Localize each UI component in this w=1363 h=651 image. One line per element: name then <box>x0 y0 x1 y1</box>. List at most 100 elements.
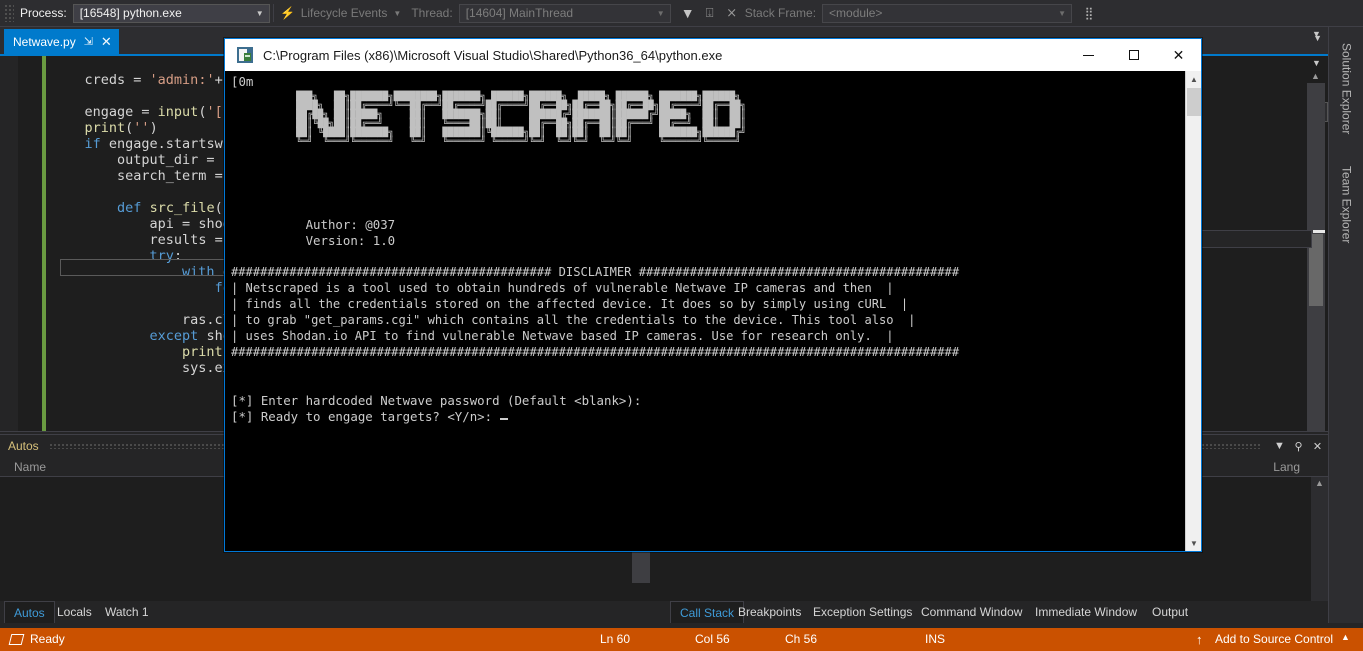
collapsed-region-box[interactable] <box>60 259 228 276</box>
code-token: output_dir = <box>117 152 223 168</box>
right-vertical-dock: Solution Explorer Team Explorer <box>1328 27 1363 623</box>
console-prompt-engage-text: [*] Ready to engage targets? <Y/n>: <box>231 409 500 424</box>
pin-icon[interactable]: ⚲ <box>1290 437 1307 455</box>
tab-label: Call Stack <box>680 606 734 620</box>
console-output-area[interactable]: [0m ███╗ ██╗███████╗████████╗███████╗ █… <box>225 71 1201 551</box>
code-token: src_file <box>150 200 215 216</box>
editor-nav-chevron-down-icon[interactable]: ▼ <box>1312 29 1321 39</box>
close-button[interactable]: ✕ <box>1156 39 1201 71</box>
process-label: Process: <box>20 6 67 20</box>
stack-frame-combobox[interactable]: <module> ▼ <box>822 4 1072 23</box>
debug-toolbar: Process: [16548] python.exe ▼ ⚡ Lifecycl… <box>0 0 1363 27</box>
tab-locals[interactable]: Locals <box>48 601 101 623</box>
console-disclaimer-bottom-rule: ########################################… <box>231 345 959 361</box>
bottom-tab-bars: Autos Locals Watch 1 Call Stack Breakpoi… <box>0 601 1328 623</box>
status-state: Ready <box>30 632 65 646</box>
console-author-line: Author: @037 <box>231 217 395 233</box>
python-console-window[interactable]: C:\Program Files (x86)\Microsoft Visual … <box>224 38 1202 552</box>
tab-label: Immediate Window <box>1035 605 1137 619</box>
document-tab-label: Netwave.py <box>13 35 76 49</box>
window-controls: ✕ <box>1066 39 1201 71</box>
chevron-down-icon: ▼ <box>1055 9 1069 18</box>
code-token: creds = <box>85 72 150 88</box>
thread-label: Thread: <box>411 6 452 20</box>
toolbar-overflow-icon[interactable]: ⣿ <box>1078 3 1100 23</box>
tab-breakpoints[interactable]: Breakpoints <box>729 601 810 623</box>
autos-vertical-scrollbar[interactable]: ▲ <box>1311 477 1328 602</box>
process-combobox[interactable]: [16548] python.exe ▼ <box>73 4 270 23</box>
upload-arrow-icon[interactable]: ↑ <box>1196 632 1203 647</box>
autos-panel-title: Autos <box>8 439 39 453</box>
code-token: ) <box>150 120 158 136</box>
status-col: Col 56 <box>695 632 730 646</box>
status-ch: Ch 56 <box>785 632 817 646</box>
code-token: 'admin:' <box>150 72 215 88</box>
column-header-lang[interactable]: Lang <box>1273 460 1300 474</box>
tab-label: Autos <box>14 606 45 620</box>
filter-flagged-icon[interactable]: ⍗ <box>699 3 721 23</box>
netscraped-ascii-banner: ███╗ ██╗███████╗████████╗███████╗ ██████… <box>269 93 746 147</box>
lifecycle-events-label[interactable]: Lifecycle Events <box>301 6 388 20</box>
python-exe-icon <box>237 47 253 63</box>
console-disclaimer-line-3: | to grab "get_params.cgi" which contain… <box>231 313 915 329</box>
vertical-tab-solution-explorer[interactable]: Solution Explorer <box>1329 33 1363 145</box>
tab-label: Watch 1 <box>105 605 149 619</box>
console-title-bar[interactable]: C:\Program Files (x86)\Microsoft Visual … <box>225 39 1201 71</box>
thread-value: [14604] MainThread <box>466 6 654 20</box>
code-token: engage = <box>85 104 158 120</box>
add-to-source-control-button[interactable]: Add to Source Control <box>1215 632 1333 646</box>
minimize-button[interactable] <box>1066 39 1111 71</box>
close-icon[interactable]: ✕ <box>101 34 112 50</box>
console-prompt-engage[interactable]: [*] Ready to engage targets? <Y/n>: <box>231 409 508 425</box>
tab-command-window[interactable]: Command Window <box>912 601 1031 623</box>
text-caret <box>500 418 508 420</box>
code-token: if <box>85 136 101 152</box>
lifecycle-events-icon[interactable]: ⚡ <box>277 3 299 23</box>
column-header-name[interactable]: Name <box>14 460 46 474</box>
maximize-button[interactable] <box>1111 39 1156 71</box>
pin-icon[interactable]: ⇲ <box>84 35 93 48</box>
toolbar-grip[interactable] <box>4 4 14 22</box>
tab-watch-1[interactable]: Watch 1 <box>96 601 158 623</box>
editor-vertical-scrollbar[interactable]: ▲ <box>1307 83 1325 431</box>
vertical-tab-team-explorer[interactable]: Team Explorer <box>1329 155 1363 255</box>
document-tab-netwave[interactable]: Netwave.py ⇲ ✕ <box>4 29 119 54</box>
code-token <box>141 200 149 216</box>
scroll-up-arrow-icon[interactable]: ▲ <box>1315 478 1324 488</box>
breakpoint-margin[interactable] <box>0 56 18 434</box>
scroll-up-arrow-icon[interactable]: ▲ <box>1186 71 1202 87</box>
tab-output[interactable]: Output <box>1143 601 1197 623</box>
tab-label: Locals <box>57 605 92 619</box>
console-title-text: C:\Program Files (x86)\Microsoft Visual … <box>263 48 722 63</box>
thread-combobox[interactable]: [14604] MainThread ▼ <box>459 4 671 23</box>
code-token: search_term = <box>117 168 231 184</box>
code-token: print <box>85 120 126 136</box>
tab-exception-settings[interactable]: Exception Settings <box>804 601 921 623</box>
tab-label: Breakpoints <box>738 605 801 619</box>
code-token: def <box>117 200 141 216</box>
tab-immediate-window[interactable]: Immediate Window <box>1026 601 1146 623</box>
code-token: input <box>158 104 199 120</box>
vertical-tab-label: Team Explorer <box>1340 166 1354 243</box>
editor-nav-chevron-down-icon-2[interactable]: ▼ <box>1312 58 1321 68</box>
code-token: except <box>150 328 199 344</box>
lifecycle-chevron-down-icon[interactable]: ▼ <box>393 9 401 18</box>
toolbar-divider <box>273 4 274 22</box>
scroll-up-arrow-icon[interactable]: ▲ <box>1311 71 1320 81</box>
vertical-tab-label: Solution Explorer <box>1340 43 1354 134</box>
status-bar: Ready Ln 60 Col 56 Ch 56 INS ↑ Add to So… <box>0 628 1363 651</box>
close-icon[interactable]: ✕ <box>1309 437 1326 455</box>
console-vertical-scrollbar[interactable]: ▲ ▼ <box>1185 71 1201 551</box>
change-indicator-margin <box>42 56 46 434</box>
chevron-down-icon: ▼ <box>253 9 267 18</box>
chevron-up-icon[interactable]: ▲ <box>1341 632 1350 642</box>
tab-label: Output <box>1152 605 1188 619</box>
editor-hidden-overlay <box>1200 230 1312 248</box>
no-filter-icon[interactable]: ⨯ <box>721 3 743 23</box>
scrollbar-thumb[interactable] <box>1187 88 1201 116</box>
chevron-down-icon: ▼ <box>654 9 668 18</box>
scroll-down-arrow-icon[interactable]: ▼ <box>1186 535 1202 551</box>
panel-menu-chevron-down-icon[interactable]: ▼ <box>1271 437 1288 455</box>
console-disclaimer-line-4: | uses Shodan.io API to find vulnerable … <box>231 329 894 345</box>
filter-icon[interactable]: ▼ <box>677 3 699 23</box>
